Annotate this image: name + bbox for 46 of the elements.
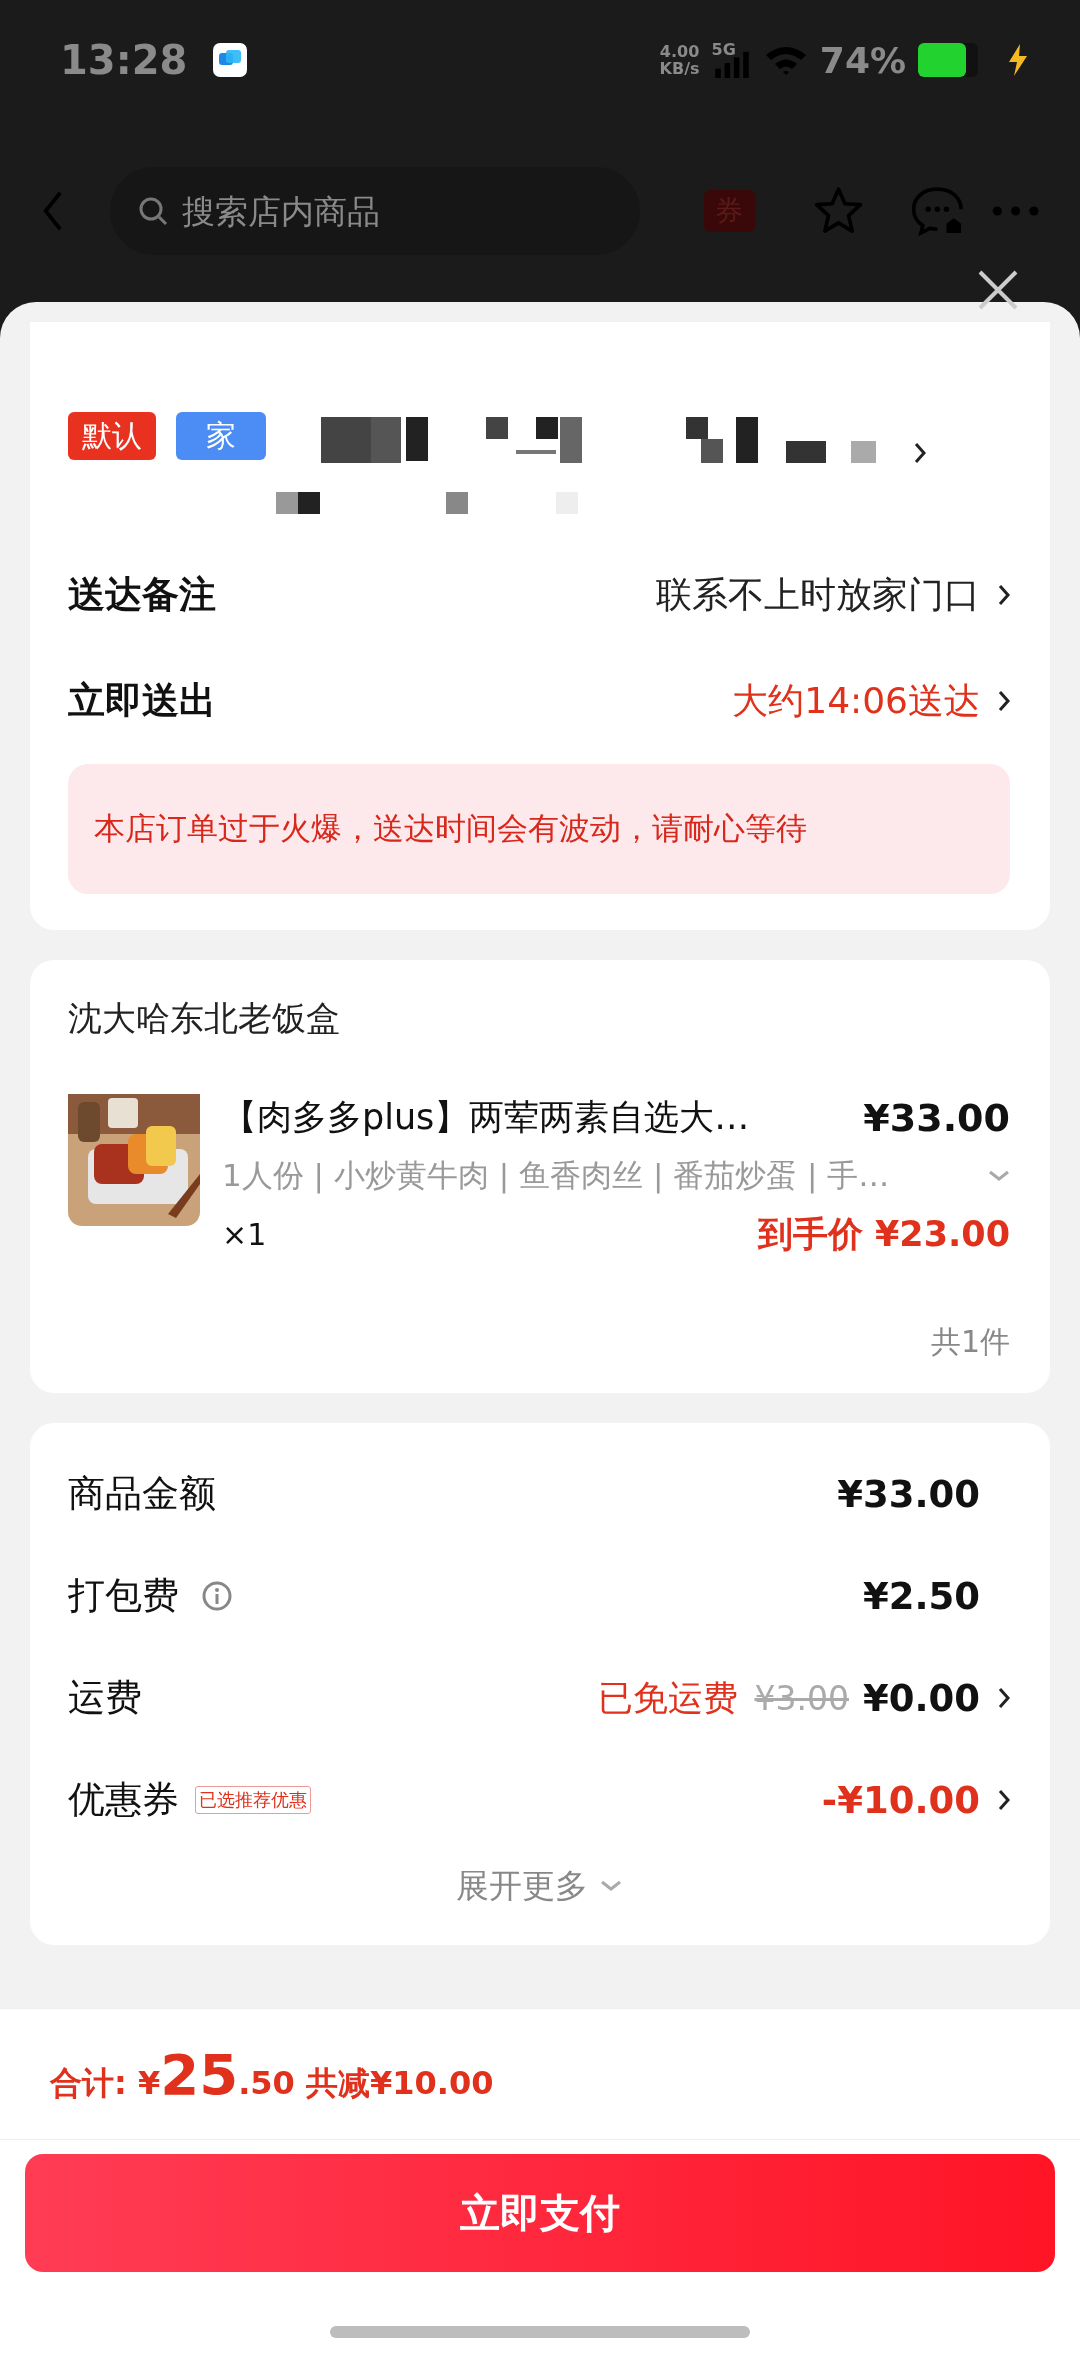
notice-banner: 本店订单过于火爆，送达时间会有波动，请耐心等待 (68, 764, 1010, 894)
promo-tag: 已选推荐优惠 (195, 1786, 311, 1814)
item-title: 【肉多多plus】两荤两素自选大… (222, 1096, 750, 1139)
chevron-right-icon[interactable] (998, 1687, 1010, 1709)
charging-icon (1006, 43, 1030, 77)
battery-percent: 74% (819, 39, 906, 81)
chat-app-icon (213, 43, 248, 77)
info-icon[interactable] (201, 1580, 233, 1612)
search-icon (137, 196, 168, 226)
fee-value: -¥10.00 (821, 1778, 980, 1822)
chevron-right-icon[interactable] (998, 690, 1010, 712)
network-speed: 4.00 KB/s (659, 43, 700, 77)
delivery-value[interactable]: 大约14:06送达 (732, 676, 980, 726)
fee-value: ¥0.00 (862, 1676, 980, 1720)
item-specs: 1人份 | 小炒黄牛肉 | 鱼香肉丝 | 番茄炒蛋 | 手… (222, 1156, 890, 1196)
original-price: ¥3.00 (754, 1678, 849, 1718)
caret-down-icon (600, 1880, 622, 1892)
item-price: ¥33.00 (863, 1095, 1010, 1140)
status-time: 13:28 (60, 37, 188, 83)
order-total: 合计: ¥25.50 共减¥10.00 (50, 2041, 494, 2107)
network-type: 5G (711, 40, 736, 59)
pay-button[interactable]: 立即支付 (25, 2154, 1055, 2272)
fee-label: 打包费 (68, 1573, 179, 1619)
chevron-right-icon[interactable] (998, 584, 1010, 606)
item-count: 共1件 (929, 1323, 1010, 1361)
fee-label: 优惠券 (68, 1777, 179, 1823)
chevron-right-icon[interactable] (914, 442, 926, 464)
fee-label: 商品金额 (68, 1471, 216, 1517)
final-price: 到手价 ¥23.00 (757, 1213, 1010, 1256)
store-name: 沈大哈东北老饭盒 (68, 997, 341, 1040)
delivery-label: 立即送出 (68, 678, 217, 724)
fee-value: ¥2.50 (862, 1574, 980, 1618)
expand-more-link[interactable]: 展开更多 (456, 1851, 622, 1921)
fee-note: 已免运费 (598, 1676, 739, 1720)
close-icon[interactable] (976, 268, 1020, 312)
fee-value: ¥33.00 (837, 1472, 980, 1516)
chevron-right-icon[interactable] (998, 1789, 1010, 1811)
address-tag: 默认 (68, 412, 156, 460)
caret-down-icon[interactable] (988, 1170, 1010, 1182)
address-tag: 家 (176, 412, 266, 460)
item-quantity: ×1 (222, 1217, 267, 1252)
delivery-label: 送达备注 (68, 572, 217, 618)
delivery-value[interactable]: 联系不上时放家门口 (656, 570, 980, 620)
battery-icon (918, 43, 978, 77)
fee-label: 运费 (68, 1675, 142, 1721)
search-field[interactable]: 搜索店内商品 (109, 167, 640, 255)
